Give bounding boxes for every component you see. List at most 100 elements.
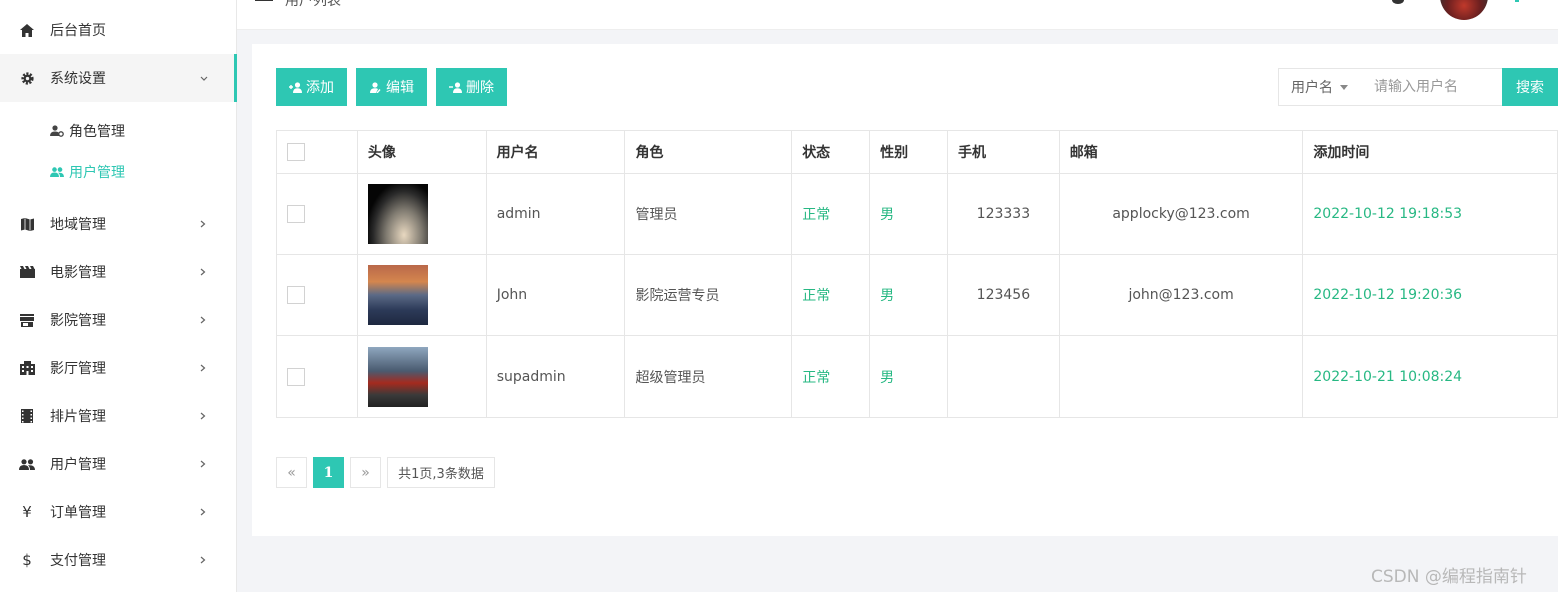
user-list-card: 添加 编辑 删除 用户名 搜索 头像 用户名 角色 状态 性别 手机 邮箱 添加… — [252, 44, 1558, 536]
username-cell: John — [487, 255, 626, 335]
column-header: 手机 — [948, 131, 1060, 173]
column-header: 头像 — [358, 131, 487, 173]
created-time-cell: 2022-10-12 19:18:53 — [1313, 206, 1463, 222]
schedule-icon — [19, 408, 35, 424]
pagination-info: 共1页,3条数据 — [387, 457, 495, 488]
status-cell: 正常 — [792, 255, 871, 335]
sidebar-item-label: 地域管理 — [50, 217, 106, 233]
page-1-button[interactable]: 1 — [313, 457, 344, 488]
status-cell: 正常 — [792, 336, 871, 417]
home-icon — [19, 22, 35, 38]
chevron-down-icon — [200, 72, 208, 85]
search-input[interactable] — [1361, 68, 1503, 106]
gender-cell: 男 — [870, 255, 948, 335]
sidebar-subitem-user-management[interactable]: 用户管理 — [0, 152, 237, 192]
created-time-cell: 2022-10-21 10:08:24 — [1313, 368, 1463, 385]
sidebar-item-region-management[interactable]: 地域管理 — [0, 200, 237, 248]
add-button-label: 添加 — [306, 80, 334, 96]
store-icon — [19, 312, 35, 328]
phone-cell: 123333 — [948, 174, 1060, 254]
sidebar-item-user-management[interactable]: 用户管理 — [0, 440, 237, 488]
users-icon — [50, 165, 64, 179]
user-table: 头像 用户名 角色 状态 性别 手机 邮箱 添加时间 admin 管理员 正常 … — [276, 130, 1558, 418]
sidebar-item-label: 支付管理 — [50, 553, 106, 569]
select-all-checkbox[interactable] — [287, 143, 305, 161]
edit-user-icon — [369, 81, 383, 93]
phone-cell — [948, 336, 1060, 417]
role-cell: 影院运营专员 — [625, 255, 793, 335]
column-header: 用户名 — [487, 131, 626, 173]
add-user-button[interactable]: 添加 — [276, 68, 347, 106]
avatar-cell — [358, 255, 487, 335]
email-cell: applocky@123.com — [1060, 174, 1304, 254]
sidebar-item-payment-management[interactable]: $ 支付管理 — [0, 536, 237, 584]
role-cell: 超级管理员 — [625, 336, 793, 417]
sidebar-item-cinema-management[interactable]: 影院管理 — [0, 296, 237, 344]
chevron-right-icon — [200, 506, 206, 519]
menu-icon[interactable] — [255, 0, 273, 2]
top-header: 用户列表 — [237, 0, 1558, 30]
sidebar-subitem-label: 角色管理 — [69, 124, 125, 140]
search-field-select[interactable]: 用户名 — [1278, 68, 1362, 106]
table-row[interactable]: admin 管理员 正常 男 123333 applocky@123.com 2… — [277, 174, 1557, 255]
sidebar-item-hall-management[interactable]: 影厅管理 — [0, 344, 237, 392]
yen-icon: ¥ — [22, 503, 32, 521]
created-time-cell: 2022-10-12 19:20:36 — [1313, 287, 1463, 303]
row-select-cell — [277, 336, 358, 417]
sidebar-item-system-settings[interactable]: 系统设置 — [0, 54, 237, 102]
gender-cell: 男 — [870, 174, 948, 254]
prev-page-button[interactable]: « — [276, 457, 307, 488]
chevron-right-icon — [200, 362, 206, 375]
user-role-icon — [50, 124, 64, 138]
table-row[interactable]: John 影院运营专员 正常 男 123456 john@123.com 202… — [277, 255, 1557, 336]
chevron-right-icon — [200, 410, 206, 423]
column-header: 角色 — [625, 131, 793, 173]
sidebar-subitem-role-management[interactable]: 角色管理 — [0, 111, 237, 151]
building-icon — [19, 360, 35, 376]
username-cell: admin — [487, 174, 626, 254]
sidebar-item-schedule-management[interactable]: 排片管理 — [0, 392, 237, 440]
row-checkbox[interactable] — [287, 367, 305, 386]
row-select-cell — [277, 174, 358, 254]
column-header: 性别 — [870, 131, 948, 173]
notification-icon[interactable] — [1392, 0, 1404, 4]
table-row[interactable]: supadmin 超级管理员 正常 男 2022-10-21 10:08:24 — [277, 336, 1557, 417]
sidebar-item-label: 影院管理 — [50, 313, 106, 329]
sidebar-item-order-management[interactable]: ¥ 订单管理 — [0, 488, 237, 536]
chevron-right-icon — [200, 266, 206, 279]
next-page-button[interactable]: » — [350, 457, 381, 488]
avatar — [367, 184, 428, 244]
delete-user-button[interactable]: 删除 — [436, 68, 507, 106]
gear-icon — [19, 70, 35, 86]
header-select-cell — [277, 131, 358, 173]
column-header: 添加时间 — [1313, 145, 1370, 161]
email-cell — [1060, 336, 1304, 417]
search-button[interactable]: 搜索 — [1502, 68, 1558, 106]
caret-down-icon — [1340, 84, 1348, 90]
sidebar-item-label: 后台首页 — [50, 23, 106, 39]
avatar — [367, 265, 428, 325]
row-checkbox[interactable] — [287, 205, 305, 223]
search-field-label: 用户名 — [1291, 80, 1333, 96]
phone-cell: 123456 — [948, 255, 1060, 335]
watermark: CSDN @编程指南针 — [1371, 567, 1527, 587]
gender-cell: 男 — [870, 336, 948, 417]
map-icon — [19, 216, 35, 232]
avatar[interactable] — [1440, 0, 1488, 20]
breadcrumb: 用户列表 — [285, 0, 341, 9]
role-cell: 管理员 — [625, 174, 793, 254]
user-dropdown-icon[interactable] — [1515, 0, 1519, 2]
avatar-cell — [358, 336, 487, 417]
sidebar-item-home[interactable]: 后台首页 — [0, 6, 237, 54]
row-checkbox[interactable] — [287, 286, 305, 304]
table-header: 头像 用户名 角色 状态 性别 手机 邮箱 添加时间 — [277, 131, 1557, 174]
sidebar-item-label: 用户管理 — [50, 457, 106, 473]
dollar-icon: $ — [22, 551, 32, 569]
edit-user-button[interactable]: 编辑 — [356, 68, 427, 106]
chevron-right-icon — [200, 458, 206, 471]
sidebar-item-movie-management[interactable]: 电影管理 — [0, 248, 237, 296]
status-cell: 正常 — [792, 174, 871, 254]
column-header: 状态 — [792, 131, 871, 173]
avatar — [367, 346, 428, 407]
sidebar: 后台首页 系统设置 角色管理 用户管理 地域管理 电影管理 影院管理 影厅管理 … — [0, 0, 237, 592]
